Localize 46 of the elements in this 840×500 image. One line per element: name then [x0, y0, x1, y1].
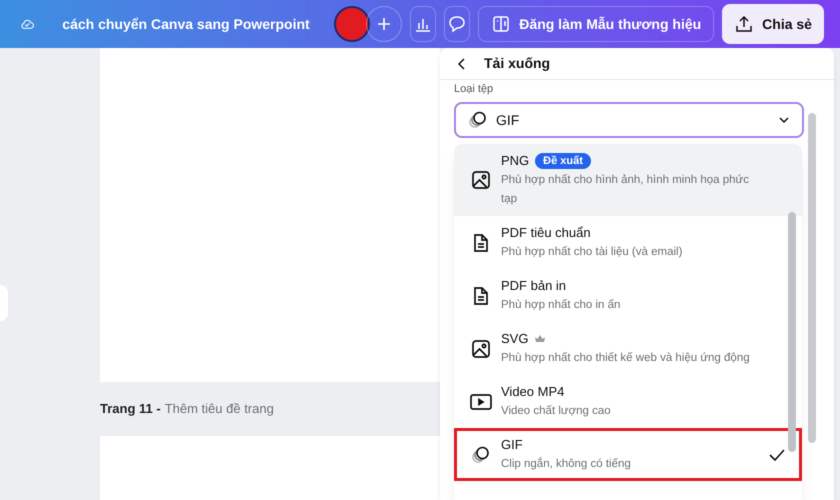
- option-name: PDF bản in: [501, 277, 566, 295]
- file-type-option[interactable]: Video MP4 Video chất lượng cao: [454, 375, 802, 428]
- bar-chart-icon: [414, 16, 431, 32]
- page-title-placeholder[interactable]: Thêm tiêu đề trang: [164, 399, 274, 419]
- option-name: PNG: [501, 152, 530, 170]
- document-icon: [473, 232, 489, 252]
- add-button[interactable]: [366, 6, 402, 42]
- option-description: Phù hợp nhất cho thiết kế web và hiệu ứng động: [501, 351, 751, 366]
- scrollbar-thumb[interactable]: [788, 212, 796, 452]
- crown-icon: [534, 333, 546, 345]
- option-description: Phù hợp nhất cho tài liệu (và email): [501, 245, 684, 260]
- image-icon: [471, 170, 491, 190]
- template-icon: [491, 14, 512, 34]
- brand-template-button[interactable]: Đăng làm Mẫu thương hiệu: [478, 6, 714, 42]
- option-name: GIF: [501, 436, 523, 454]
- option-description: Video chất lượng cao: [501, 404, 612, 419]
- scrollbar-thumb[interactable]: [808, 113, 816, 443]
- option-name: SVG: [501, 330, 528, 348]
- panel-title: Tải xuống: [484, 54, 550, 73]
- option-name: PDF tiêu chuẩn: [501, 224, 591, 242]
- chart-button[interactable]: [410, 6, 436, 42]
- file-type-option[interactable]: SVG Phù hợp nhất cho thiết kế web và hiệu ứng động: [454, 322, 802, 375]
- file-type-option[interactable]: PDF bản in Phù hợp nhất cho in ấn: [454, 269, 802, 322]
- page-number: Trang 11 -: [100, 400, 161, 418]
- overlapping-circles-icon: [468, 110, 488, 130]
- share-button[interactable]: Chia sẻ: [722, 4, 824, 44]
- option-description: Clip ngắn, không có tiếng: [501, 456, 632, 472]
- option-description: Phù hợp nhất cho in ấn: [501, 298, 622, 313]
- plus-icon: [376, 16, 392, 32]
- overlapping-circles-icon: [471, 444, 491, 464]
- file-type-option[interactable]: GIF Clip ngắn, không có tiếng: [454, 428, 802, 481]
- image-icon: [471, 338, 491, 358]
- file-type-select[interactable]: GIF: [454, 102, 804, 138]
- document-icon: [473, 286, 489, 306]
- comment-button[interactable]: [444, 6, 470, 42]
- file-type-label: Loại tệp: [454, 82, 494, 96]
- document-title[interactable]: cách chuyển Canva sang Powerpoint: [62, 14, 310, 34]
- file-type-option[interactable]: PNG Đề xuất Phù hợp nhất cho hình ảnh, hình minh họa phức tạp: [454, 144, 802, 216]
- option-description: Phù hợp nhất cho hình ảnh, hình minh họa phức tạp: [501, 173, 750, 207]
- select-value: GIF: [496, 110, 520, 130]
- recommended-badge: Đề xuất: [535, 153, 591, 169]
- file-type-option[interactable]: PDF tiêu chuẩn Phù hợp nhất cho tài liệu (và email): [454, 216, 802, 269]
- speech-bubble-icon: [447, 14, 468, 34]
- upload-icon: [734, 14, 754, 34]
- option-name: Video MP4: [501, 383, 564, 401]
- video-icon: [469, 392, 493, 412]
